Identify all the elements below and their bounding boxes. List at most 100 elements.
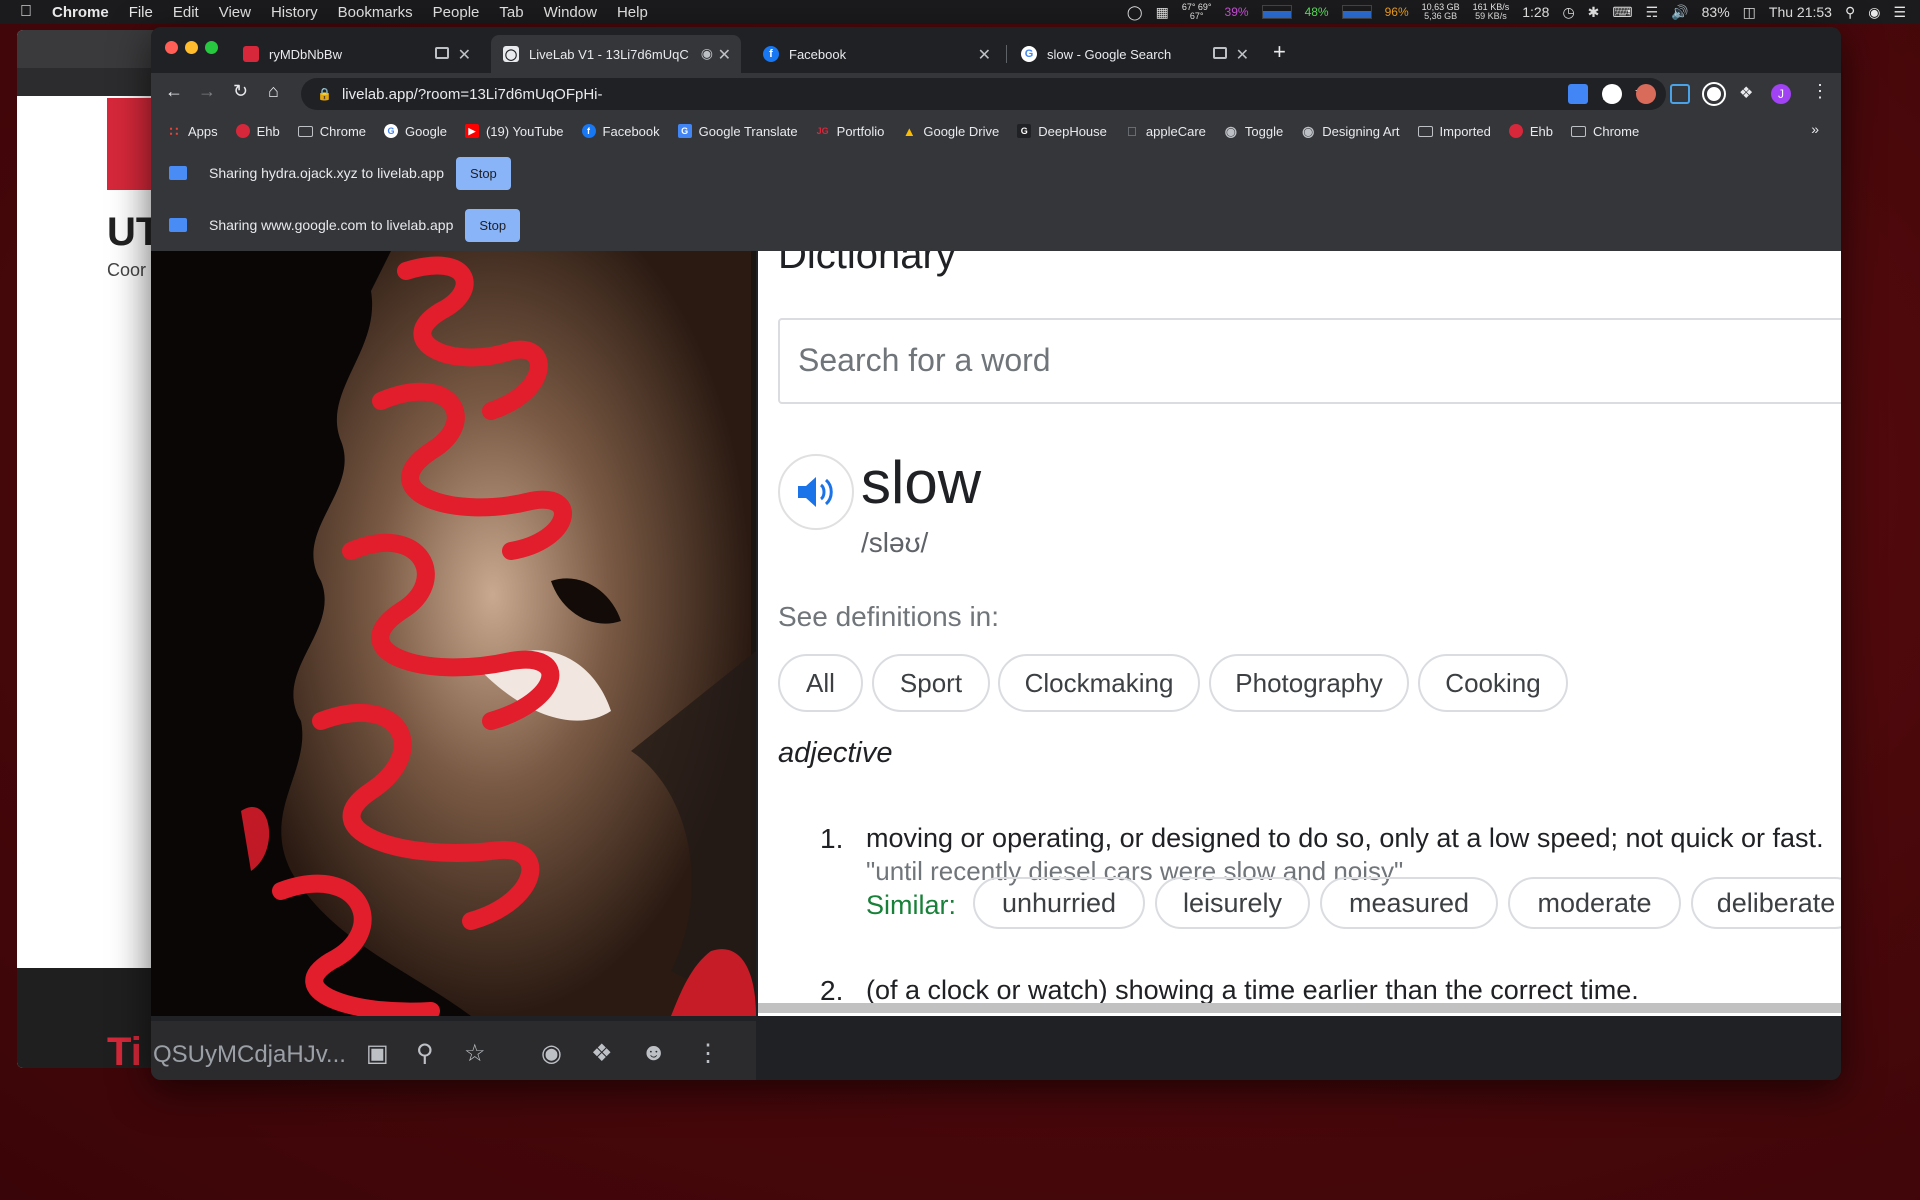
bookmark-apps[interactable]: ∷ Apps [167, 123, 218, 139]
synonym-chip-leisurely[interactable]: leisurely [1155, 877, 1310, 929]
pronunciation-speaker-button[interactable] [778, 454, 854, 530]
dictionary-search-input[interactable]: Search for a word [778, 318, 1841, 404]
battery-readout[interactable]: 83% [1702, 4, 1730, 20]
extension-wave-icon[interactable] [1670, 84, 1690, 104]
bookmark-ehb[interactable]: Ehb [235, 124, 280, 139]
time-machine-icon[interactable]: ◷ [1562, 4, 1574, 21]
extensions-puzzle-icon[interactable]: ❖ [1739, 83, 1753, 103]
stop-sharing-button[interactable]: Stop [456, 156, 511, 190]
bookmark-deephouse[interactable]: G DeepHouse [1017, 124, 1107, 139]
extension-white-circle-icon[interactable] [1602, 84, 1622, 104]
spotlight-search-icon[interactable]: ⚲ [1845, 4, 1855, 21]
extension-ring-icon[interactable] [1702, 82, 1726, 106]
part-of-speech: adjective [778, 737, 893, 769]
apple-menu-icon[interactable]:  [20, 3, 32, 21]
screen-share-indicator-icon [1213, 47, 1227, 59]
definition-number: 1. [820, 823, 844, 854]
bookmark-applecare[interactable]: appleCare [1125, 124, 1206, 139]
lock-icon[interactable]: 🔒 [317, 87, 332, 101]
synonym-chip-measured[interactable]: measured [1320, 877, 1498, 929]
bookmark-google[interactable]: G Google [384, 124, 447, 139]
drive-icon: ▲ [902, 123, 916, 139]
menu-window[interactable]: Window [544, 4, 597, 21]
profile-avatar[interactable]: J [1771, 84, 1791, 104]
reload-button[interactable]: ↻ [233, 81, 248, 102]
domain-chip-sport[interactable]: Sport [872, 654, 990, 712]
chrome-status-icon[interactable]: ◯ [1127, 4, 1143, 21]
background-footer-text: Ti [107, 1030, 142, 1068]
keyboard-icon[interactable]: ⌨ [1612, 4, 1632, 21]
synonym-chip-deliberate[interactable]: deliberate [1691, 877, 1841, 929]
distorted-face-image [151, 251, 756, 1016]
extension-icon: ◉ [541, 1040, 562, 1067]
domain-chip-cooking[interactable]: Cooking [1418, 654, 1568, 712]
tab-livelab[interactable]: ◯ LiveLab V1 - 13Li7d6mUqC ◉ ✕ [491, 35, 741, 73]
stop-sharing-button[interactable]: Stop [465, 208, 521, 242]
tab-separator [1006, 45, 1007, 63]
tab-title: ryMDbNbBw [269, 46, 342, 62]
back-button[interactable]: ← [165, 81, 183, 102]
portfolio-icon: JG [816, 126, 829, 136]
bookmark-portfolio[interactable]: JG Portfolio [816, 124, 885, 139]
tab-rymdbnbbw[interactable]: ryMDbNbBw ✕ [231, 35, 481, 73]
close-window-button[interactable] [165, 41, 178, 54]
captured-url-text: QSUyMCdjaHJv... [153, 1041, 346, 1068]
menu-help[interactable]: Help [617, 4, 648, 21]
new-tab-button[interactable]: + [1273, 39, 1286, 65]
forward-button[interactable]: → [198, 81, 216, 102]
close-tab-icon[interactable]: ✕ [458, 45, 471, 65]
home-button[interactable]: ⌂ [268, 81, 279, 102]
disk-readout: 10,63 GB 5,36 GB [1421, 2, 1460, 21]
chrome-menu-icon[interactable]: ⋮ [1811, 81, 1829, 102]
domain-chip-clockmaking[interactable]: Clockmaking [998, 654, 1200, 712]
folder-icon [1570, 125, 1586, 137]
menu-view[interactable]: View [219, 4, 251, 21]
address-bar[interactable]: 🔒 livelab.app/?room=13Li7d6mUqOFpHi- ▣ ☆ [301, 78, 1666, 110]
bookmark-folder-chrome-2[interactable]: Chrome [1570, 124, 1639, 139]
bookmark-facebook[interactable]: f Facebook [581, 124, 660, 139]
timer-readout[interactable]: 1:28 [1522, 4, 1549, 20]
menu-history[interactable]: History [271, 4, 318, 21]
menu-file[interactable]: File [129, 4, 153, 21]
zoom-window-button[interactable] [205, 41, 218, 54]
menu-edit[interactable]: Edit [173, 4, 199, 21]
bookmark-folder-imported[interactable]: Imported [1417, 124, 1491, 139]
extension-colorful-icon[interactable] [1636, 84, 1656, 104]
horizontal-scrollbar[interactable] [758, 1003, 1841, 1013]
tab-facebook[interactable]: f Facebook ✕ [751, 35, 1001, 73]
menu-tab[interactable]: Tab [499, 4, 523, 21]
tab-google-search[interactable]: G slow - Google Search ✕ [1009, 35, 1259, 73]
close-tab-icon[interactable]: ✕ [978, 45, 991, 65]
menu-people[interactable]: People [433, 4, 480, 21]
bookmark-youtube[interactable]: ▶ (19) YouTube [464, 124, 564, 139]
webcam-video-feed[interactable] [151, 251, 756, 1016]
menu-bookmarks[interactable]: Bookmarks [338, 4, 413, 21]
menu-app-name[interactable]: Chrome [52, 4, 109, 21]
sharing-infobar-2: Sharing www.google.com to livelab.app St… [151, 199, 1841, 251]
phonetic-text: /sləʊ/ [861, 527, 929, 558]
minimize-window-button[interactable] [185, 41, 198, 54]
siri-icon[interactable]: ◉ [1868, 4, 1880, 21]
bookmark-ehb-2[interactable]: Ehb [1508, 124, 1553, 139]
domain-chip-all[interactable]: All [778, 654, 863, 712]
translate-extension-icon[interactable] [1568, 84, 1588, 104]
bluetooth-icon[interactable]: ✱ [1588, 4, 1600, 21]
battery-charging-icon[interactable]: ◫ [1743, 4, 1756, 21]
bookmark-designing-art[interactable]: ◉ Designing Art [1301, 123, 1399, 139]
close-tab-icon[interactable]: ✕ [1236, 45, 1249, 65]
notification-center-icon[interactable]: ☰ [1893, 4, 1906, 21]
domain-chip-photography[interactable]: Photography [1209, 654, 1409, 712]
synonym-chip-unhurried[interactable]: unhurried [973, 877, 1145, 929]
bookmark-google-drive[interactable]: ▲ Google Drive [902, 124, 999, 139]
wifi-icon[interactable]: ☴ [1646, 4, 1659, 21]
synonym-chip-moderate[interactable]: moderate [1508, 877, 1681, 929]
bookmark-google-translate[interactable]: G Google Translate [677, 124, 798, 139]
bookmark-toggle[interactable]: ◉ Toggle [1224, 123, 1283, 139]
grid-status-icon[interactable]: ▦ [1156, 4, 1169, 21]
tab-strip: ryMDbNbBw ✕ ◯ LiveLab V1 - 13Li7d6mUqC ◉… [151, 27, 1841, 73]
clock-readout[interactable]: Thu 21:53 [1769, 4, 1832, 20]
bookmark-folder-chrome[interactable]: Chrome [297, 124, 366, 139]
volume-icon[interactable]: 🔊 [1671, 4, 1688, 21]
bookmarks-overflow-button[interactable]: » [1811, 121, 1819, 137]
close-tab-icon[interactable]: ✕ [718, 45, 731, 65]
